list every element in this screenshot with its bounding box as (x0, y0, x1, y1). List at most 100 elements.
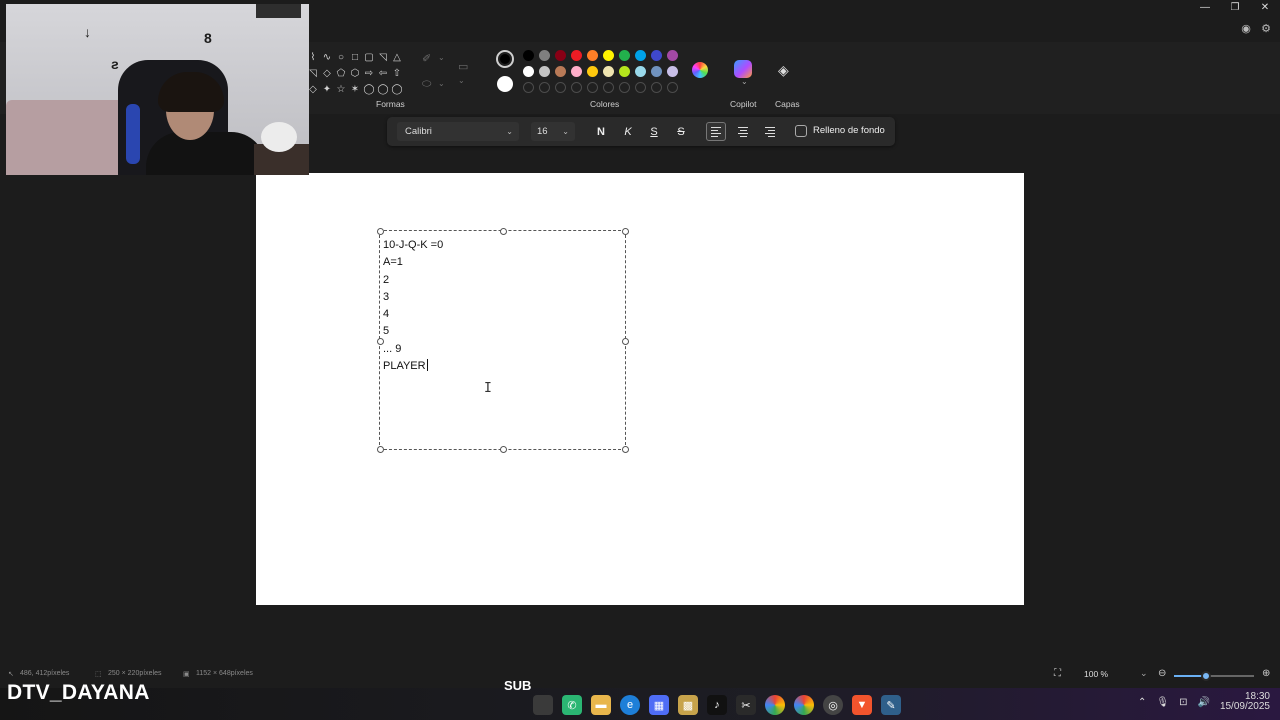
font-size-select[interactable]: 16 ⌄ (531, 122, 575, 141)
chevron-up-icon[interactable]: ⌃ (1138, 697, 1146, 708)
color-1-selector[interactable] (496, 50, 514, 68)
resize-handle[interactable] (377, 446, 384, 453)
background-fill-checkbox[interactable] (795, 125, 807, 137)
game-app-icon[interactable]: ▩ (678, 695, 698, 715)
resize-handle[interactable] (622, 228, 629, 235)
color-swatch[interactable] (571, 50, 582, 61)
color-swatch[interactable] (651, 50, 662, 61)
zoom-value[interactable]: 100 % (1084, 669, 1108, 679)
close-button[interactable]: ✕ (1250, 0, 1280, 14)
shape-option[interactable]: ⇦ (376, 66, 390, 80)
shape-option[interactable]: ⬡ (348, 66, 362, 80)
color-swatch[interactable] (555, 50, 566, 61)
resize-handle[interactable] (500, 446, 507, 453)
chrome-icon[interactable] (765, 695, 785, 715)
resize-handle[interactable] (500, 228, 507, 235)
color-2-selector[interactable] (497, 76, 513, 92)
color-swatch[interactable] (523, 66, 534, 77)
custom-color-slot[interactable] (603, 82, 614, 93)
restore-button[interactable]: ❐ (1220, 0, 1250, 14)
color-swatch[interactable] (587, 66, 598, 77)
settings-gear-icon[interactable]: ⚙ (1260, 22, 1272, 35)
custom-color-slot[interactable] (635, 82, 646, 93)
shape-option[interactable]: ✦ (320, 82, 334, 96)
shape-option[interactable]: ⬠ (334, 66, 348, 80)
custom-color-slot[interactable] (651, 82, 662, 93)
font-family-select[interactable]: Calibri ⌄ (397, 122, 519, 141)
clock[interactable]: 18:30 15/09/2025 (1220, 692, 1270, 712)
resize-handle[interactable] (622, 338, 629, 345)
whatsapp-icon[interactable]: ✆ (562, 695, 582, 715)
shape-option[interactable]: ▢ (362, 50, 376, 64)
color-swatch[interactable] (555, 66, 566, 77)
obs-icon[interactable]: ◎ (823, 695, 843, 715)
align-center-button[interactable] (733, 122, 753, 141)
shape-option[interactable]: ◯ (362, 82, 376, 96)
color-swatch[interactable] (523, 50, 534, 61)
shape-option[interactable]: ◯ (376, 82, 390, 96)
strikethrough-button[interactable]: S (671, 122, 691, 141)
microphone-icon[interactable]: 🎙 (1156, 697, 1169, 708)
align-left-button[interactable] (706, 122, 726, 141)
italic-button[interactable]: K (618, 122, 638, 141)
brave-icon[interactable]: ▼ (852, 695, 872, 715)
underline-button[interactable]: S (644, 122, 664, 141)
color-swatch[interactable] (603, 50, 614, 61)
volume-icon[interactable]: 🔊 (1197, 697, 1209, 708)
align-right-button[interactable] (760, 122, 780, 141)
color-swatch[interactable] (667, 50, 678, 61)
chevron-down-icon[interactable]: ⌄ (1140, 668, 1148, 679)
color-swatch[interactable] (619, 66, 630, 77)
custom-color-slot[interactable] (619, 82, 630, 93)
zoom-slider-thumb[interactable] (1201, 671, 1211, 681)
custom-color-slot[interactable] (571, 82, 582, 93)
color-swatch[interactable] (587, 50, 598, 61)
edge-icon[interactable]: e (620, 695, 640, 715)
shape-option[interactable]: □ (348, 50, 362, 64)
text-box-content[interactable]: 10-J-Q-K =0 A=1 2 3 4 5 ... 9 PLAYER (383, 237, 443, 375)
store-icon[interactable]: ▦ (649, 695, 669, 715)
bold-button[interactable]: N (591, 122, 611, 141)
resize-handle[interactable] (377, 228, 384, 235)
shape-option[interactable]: ∿ (320, 50, 334, 64)
custom-color-slot[interactable] (523, 82, 534, 93)
color-swatch[interactable] (539, 50, 550, 61)
minimize-button[interactable]: — (1190, 0, 1220, 14)
color-swatch[interactable] (539, 66, 550, 77)
shape-option[interactable]: ◹ (376, 50, 390, 64)
zoom-out-icon[interactable]: ⊖ (1158, 668, 1166, 679)
color-swatch[interactable] (667, 66, 678, 77)
edit-colors-icon[interactable] (692, 62, 708, 78)
drawing-canvas[interactable]: 10-J-Q-K =0 A=1 2 3 4 5 ... 9 PLAYER (256, 173, 1024, 605)
outline-icon[interactable]: ✐ (422, 52, 431, 65)
shape-option[interactable]: ○ (334, 50, 348, 64)
shape-option[interactable]: ⇧ (390, 66, 404, 80)
fill-icon[interactable]: ⬭ (422, 78, 431, 91)
tiktok-icon[interactable]: ♪ (707, 695, 727, 715)
file-explorer-icon[interactable]: ▬ (591, 695, 611, 715)
layers-icon[interactable]: ◈ (778, 62, 789, 79)
shape-option[interactable]: ✶ (348, 82, 362, 96)
resize-handle[interactable] (622, 446, 629, 453)
color-swatch[interactable] (603, 66, 614, 77)
shape-option[interactable]: ◇ (320, 66, 334, 80)
shape-option[interactable]: ◯ (390, 82, 404, 96)
network-icon[interactable]: ⊡ (1179, 697, 1187, 708)
text-box[interactable]: 10-J-Q-K =0 A=1 2 3 4 5 ... 9 PLAYER (377, 228, 629, 453)
outline-style-icon[interactable]: ▭ (458, 60, 468, 73)
zoom-in-icon[interactable]: ⊕ (1262, 668, 1270, 679)
color-swatch[interactable] (619, 50, 630, 61)
account-icon[interactable]: ◉ (1240, 22, 1252, 35)
custom-color-slot[interactable] (667, 82, 678, 93)
shape-option[interactable]: △ (390, 50, 404, 64)
custom-color-slot[interactable] (555, 82, 566, 93)
color-swatch[interactable] (651, 66, 662, 77)
paint-icon[interactable]: ✎ (881, 695, 901, 715)
custom-color-slot[interactable] (587, 82, 598, 93)
shape-option[interactable]: ⇨ (362, 66, 376, 80)
chrome-profile-icon[interactable] (794, 695, 814, 715)
color-swatch[interactable] (635, 50, 646, 61)
custom-color-slot[interactable] (539, 82, 550, 93)
copilot-icon[interactable] (734, 60, 752, 78)
color-swatch[interactable] (635, 66, 646, 77)
